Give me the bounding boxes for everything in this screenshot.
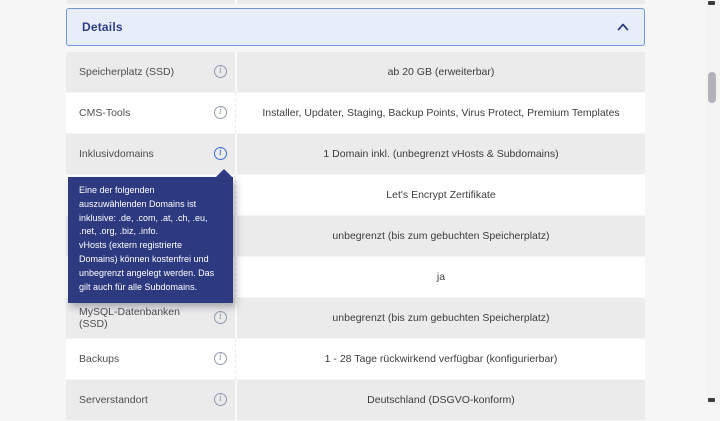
previous-row-sliver bbox=[66, 0, 645, 4]
scrollbar-track[interactable] bbox=[706, 0, 720, 405]
row-value: Installer, Updater, Staging, Backup Poin… bbox=[237, 93, 645, 133]
scrollbar-up-button[interactable] bbox=[708, 1, 715, 5]
row-label: Backups i bbox=[66, 339, 235, 379]
info-icon[interactable]: i bbox=[214, 311, 227, 324]
row-value: Let's Encrypt Zertifikate bbox=[237, 175, 645, 215]
table-row: Backups i 1 - 28 Tage rückwirkend verfügba… bbox=[66, 339, 645, 379]
info-icon[interactable]: i bbox=[214, 65, 227, 78]
table-row: MySQL-Datenbanken (SSD) i unbegrenzt (bis … bbox=[66, 298, 645, 338]
row-label: Serverstandort i bbox=[66, 380, 235, 420]
chevron-up-icon[interactable] bbox=[617, 23, 629, 31]
row-value: Deutschland (DSGVO-konform) bbox=[237, 380, 645, 420]
row-value: ja bbox=[237, 257, 645, 297]
row-label: CMS-Tools i bbox=[66, 93, 235, 133]
row-label: Inklusivdomains i bbox=[66, 134, 235, 174]
row-value: ab 20 GB (erweiterbar) bbox=[237, 52, 645, 92]
tooltip-paragraph: Eine der folgenden auszuwählenden Domain… bbox=[79, 185, 208, 237]
table-row: Serverstandort i Deutschland (DSGVO-konfor… bbox=[66, 380, 645, 420]
tooltip-paragraph: vHosts (extern registrierte Domains) kön… bbox=[79, 240, 215, 292]
table-row: Inklusivdomains i 1 Domain inkl. (unbegren… bbox=[66, 134, 645, 174]
details-accordion-header[interactable]: Details bbox=[66, 8, 645, 46]
row-value: 1 Domain inkl. (unbegrenzt vHosts & Subd… bbox=[237, 134, 645, 174]
scrollbar-down-button[interactable] bbox=[708, 398, 715, 402]
scrollbar-thumb[interactable] bbox=[708, 72, 716, 103]
row-value: unbegrenzt (bis zum gebuchten Speicherpl… bbox=[237, 298, 645, 338]
info-icon[interactable]: i bbox=[214, 147, 227, 160]
table-row: Speicherplatz (SSD) i ab 20 GB (erweiterba… bbox=[66, 52, 645, 92]
table-row: CMS-Tools i Installer, Updater, Staging, B… bbox=[66, 93, 645, 133]
row-label: MySQL-Datenbanken (SSD) i bbox=[66, 298, 235, 338]
info-icon[interactable]: i bbox=[214, 106, 227, 119]
row-label: Speicherplatz (SSD) i bbox=[66, 52, 235, 92]
info-icon[interactable]: i bbox=[214, 352, 227, 365]
row-value: unbegrenzt (bis zum gebuchten Speicherpl… bbox=[237, 216, 645, 256]
previous-row-value-cell bbox=[237, 0, 645, 4]
previous-row-label-cell bbox=[66, 0, 235, 4]
row-value: 1 - 28 Tage rückwirkend verfügbar (konfi… bbox=[237, 339, 645, 379]
tooltip-arrow bbox=[216, 169, 232, 177]
info-icon[interactable]: i bbox=[214, 393, 227, 406]
details-title: Details bbox=[82, 20, 123, 34]
inklusivdomains-tooltip: Eine der folgenden auszuwählenden Domain… bbox=[68, 169, 233, 304]
